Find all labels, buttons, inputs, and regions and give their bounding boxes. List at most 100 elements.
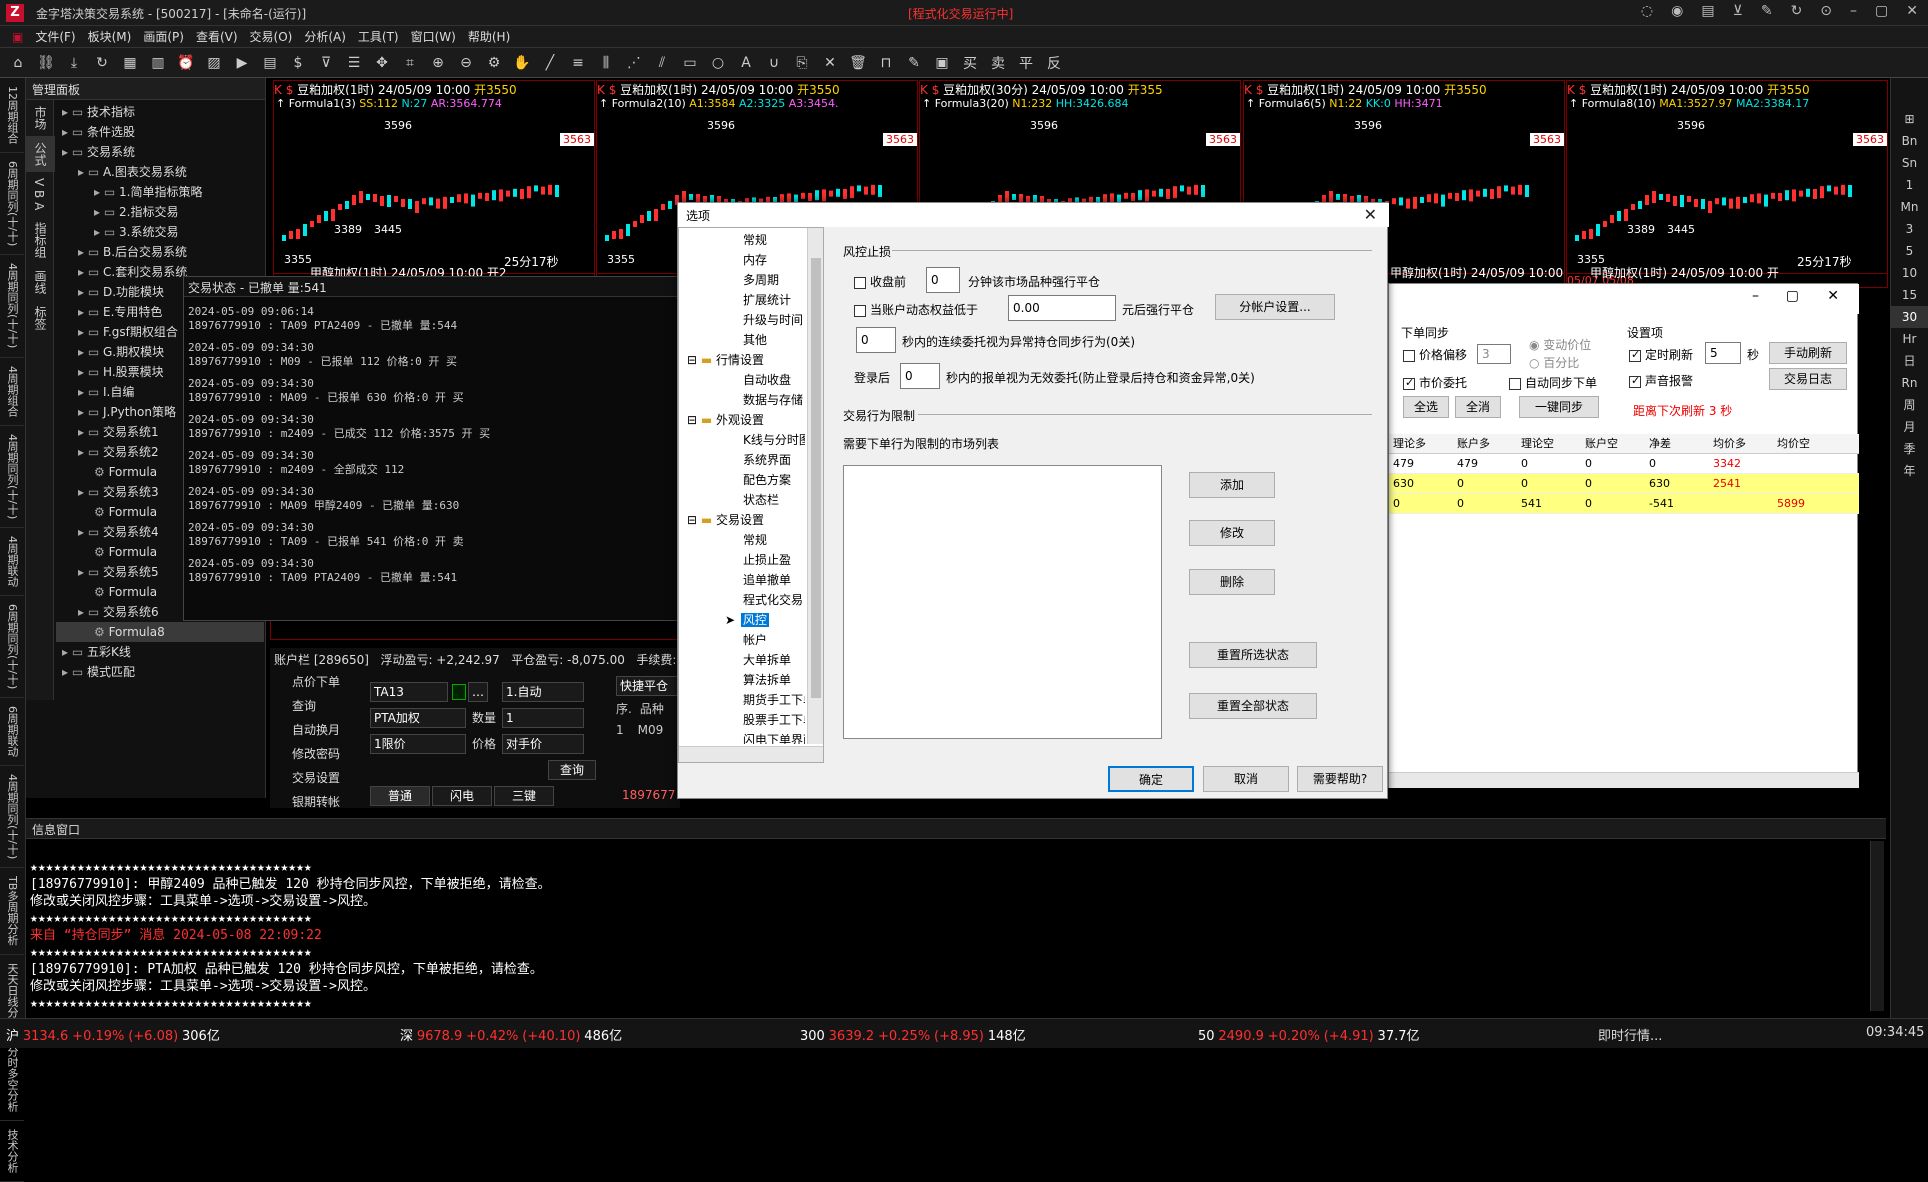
layout-tab[interactable]: 分时多空分析 [0, 1038, 24, 1121]
period-button[interactable]: 5 [1891, 240, 1928, 262]
chart-type-icon[interactable]: K [1244, 83, 1256, 95]
minimize-icon[interactable]: – [1850, 3, 1857, 19]
equity-checkbox[interactable]: 当账户动态权益低于 [854, 301, 978, 318]
minimize-icon[interactable]: – [1752, 288, 1759, 304]
options-tree-item[interactable]: ➤ 风控 [679, 610, 805, 630]
collapse-icon[interactable]: ⊟ [687, 513, 701, 527]
indicator-name[interactable]: Formula6(5) [1259, 97, 1326, 110]
delete-icon[interactable]: ✕ [820, 55, 840, 71]
refresh-icon[interactable]: ↻ [92, 55, 112, 71]
tree-vertical-scrollbar[interactable] [807, 228, 823, 744]
layout-tab[interactable]: TB多周期分析 [0, 868, 24, 955]
options-tree-item[interactable]: 闪电下单界面 [679, 730, 805, 744]
period-button[interactable]: 年 [1891, 460, 1928, 482]
tree-item[interactable]: ▸ ▭ 条件选股 [56, 122, 264, 142]
side-tab-indicator-group[interactable]: 指标组 [26, 216, 55, 264]
equity-input[interactable]: 0.00 [1008, 295, 1116, 321]
order-menu-trade-settings[interactable]: 交易设置 [274, 766, 358, 790]
line-icon[interactable]: ╱ [540, 55, 560, 71]
options-tree-item[interactable]: 期货手工下单 [679, 690, 805, 710]
chart-type-icon[interactable]: K [274, 83, 286, 95]
radio-var-price[interactable]: ◉ 变动价位 [1529, 336, 1591, 353]
chart-lock-icon[interactable]: $ [286, 83, 297, 95]
chart-symbol[interactable]: 豆粕加权(1时) [620, 83, 697, 95]
period-button[interactable]: Bn [1891, 130, 1928, 152]
options-tree-item[interactable]: 股票手工下单 [679, 710, 805, 730]
order-menu-click-order[interactable]: 点价下单 [274, 670, 358, 694]
pen-icon[interactable]: ✎ [1761, 3, 1773, 19]
menu-screen[interactable]: 画面(P) [143, 28, 184, 45]
copy-icon[interactable]: ⎘ [792, 55, 812, 71]
query-button[interactable]: 查询 [548, 760, 596, 780]
price-type-select[interactable]: 1限价 [370, 734, 466, 754]
options-tree-item[interactable]: 配色方案 [679, 470, 805, 490]
sync-table-row[interactable]: 479 479 0 0 0 3342 [1389, 454, 1859, 474]
layout-tab[interactable]: 12周期组合 [0, 78, 24, 153]
trade-log-button[interactable]: 交易日志 [1769, 368, 1847, 390]
cancel-button[interactable]: 取消 [1203, 766, 1289, 792]
side-tab-drawing[interactable]: 画线 [26, 264, 55, 300]
menu-help[interactable]: 帮助(H) [468, 28, 510, 45]
period-button[interactable]: Hr [1891, 328, 1928, 350]
period-button[interactable]: Sn [1891, 152, 1928, 174]
refresh-interval-input[interactable]: 5 [1705, 342, 1741, 364]
period-button[interactable]: 10 [1891, 262, 1928, 284]
fan-icon[interactable]: ⋰ [624, 55, 644, 71]
cart-icon[interactable]: ⊻ [1733, 3, 1743, 19]
sync-col-header[interactable]: 理论空 [1517, 434, 1581, 453]
side-tab-formula[interactable]: 公式 [26, 136, 55, 172]
bars-icon[interactable]: ⫼ [596, 55, 616, 71]
cycle-icon[interactable]: ↻ [1791, 3, 1803, 19]
period-button[interactable]: 周 [1891, 394, 1928, 416]
close-before-checkbox[interactable]: 收盘前 [854, 273, 906, 290]
reset-selected-button[interactable]: 重置所选状态 [1189, 642, 1317, 668]
options-tree-item[interactable]: K线与分时图 [679, 430, 805, 450]
layout-tab[interactable]: 6周期同列(十/十) [0, 596, 24, 699]
ok-button[interactable]: 确定 [1108, 766, 1194, 792]
sync-table-row[interactable]: 0 0 541 0 -541 5899 [1389, 494, 1859, 514]
account-label[interactable]: 账户栏 [289650] [274, 653, 369, 667]
sub-account-settings-button[interactable]: 分帐户设置... [1215, 294, 1335, 320]
menu-logo-icon[interactable]: ▣ [12, 30, 23, 44]
zoom-in-icon[interactable]: ⊕ [428, 55, 448, 71]
layout-tab[interactable]: 6周期联动 [0, 698, 24, 767]
chart-lock-icon[interactable]: $ [1256, 83, 1267, 95]
index-quote[interactable]: 300 3639.2 +0.25% (+8.95) 148亿 [800, 1025, 1026, 1044]
chart-row2-title[interactable]: 甲醇加权(1时) 24/05/09 10:00 [1390, 264, 1563, 281]
play-icon[interactable]: ▶ [232, 55, 252, 71]
quick-close-button[interactable]: 快捷平仓 [616, 676, 680, 696]
kline-chart[interactable]: K $ 豆粕加权(1时) 24/05/09 10:00 开3550 ↑ Formu… [1566, 80, 1888, 288]
kline-chart[interactable]: K $ 豆粕加权(1时) 24/05/09 10:00 开3550 ↑ Formu… [273, 80, 595, 288]
market-limit-list[interactable] [843, 465, 1162, 739]
period-button[interactable]: 3 [1891, 218, 1928, 240]
channel-icon[interactable]: ⫽ [652, 55, 672, 71]
download-icon[interactable]: ⤓ [64, 55, 84, 71]
menu-view[interactable]: 查看(V) [196, 28, 238, 45]
position-row[interactable]: 1 M09 [616, 723, 680, 737]
maximize-icon[interactable]: ▢ [1875, 3, 1888, 19]
options-tree-item[interactable]: 其他 [679, 330, 805, 350]
options-tree-item[interactable]: 多周期 [679, 270, 805, 290]
options-tree-item[interactable]: 止损止盈 [679, 550, 805, 570]
indicator-name[interactable]: Formula2(10) [612, 97, 686, 110]
delete-button[interactable]: 删除 [1189, 569, 1275, 595]
period-button[interactable]: Rn [1891, 372, 1928, 394]
menu-analysis[interactable]: 分析(A) [304, 28, 346, 45]
modify-button[interactable]: 修改 [1189, 520, 1275, 546]
options-tree-item[interactable]: 帐户 [679, 630, 805, 650]
open-close-mode-select[interactable]: 1.自动 [502, 682, 584, 702]
hand-icon[interactable]: ✋ [512, 55, 532, 71]
cross-icon[interactable]: ⌗ [400, 55, 420, 71]
collapse-icon[interactable]: ⊟ [687, 413, 701, 427]
home-icon[interactable]: ⌂ [8, 55, 28, 71]
chart-symbol[interactable]: 豆粕加权(30分) [943, 83, 1028, 95]
help-button[interactable]: 需要帮助? [1297, 766, 1383, 792]
price-offset-checkbox[interactable]: 价格偏移 [1403, 346, 1467, 363]
options-tree-item[interactable]: 追单撤单 [679, 570, 805, 590]
radio-percent[interactable]: ○ 百分比 [1529, 354, 1579, 371]
side-tab-market[interactable]: 市场 [26, 100, 55, 136]
reset-all-button[interactable]: 重置全部状态 [1189, 693, 1317, 719]
indicator-name[interactable]: Formula1(3) [289, 97, 356, 110]
order-menu-transfer[interactable]: 银期转帐 [274, 790, 358, 814]
move-icon[interactable]: ✥ [372, 55, 392, 71]
